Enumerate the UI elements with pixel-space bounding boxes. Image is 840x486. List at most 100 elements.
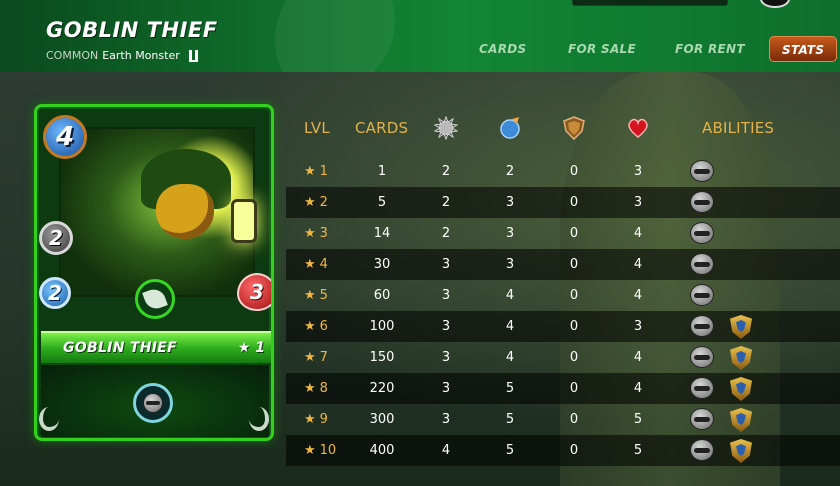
armor-cell: 0 [569,288,579,303]
search-input[interactable] [572,0,728,6]
cards-cell: 150 [369,350,395,365]
divine-shield-icon[interactable] [730,315,754,339]
divine-shield-icon[interactable] [730,377,754,401]
level-cell: ★ 7 [304,350,354,365]
health-cell: 5 [633,443,643,458]
main-nav: CARDS FOR SALE FOR RENT STATS [0,36,840,64]
stealth-ability-icon[interactable] [690,377,714,399]
level-cell: ★ 6 [304,319,354,334]
stealth-ability-icon[interactable] [690,253,714,275]
header-lvl: LVL [304,119,330,137]
tab-stats[interactable]: STATS [769,36,838,62]
earth-leaf-icon [135,279,175,319]
cards-cell: 30 [373,257,391,272]
speed-cell: 3 [505,226,515,241]
speed-cell: 4 [505,350,515,365]
speed-cell: 5 [505,443,515,458]
divine-shield-icon[interactable] [730,439,754,463]
table-body: ★ 1 1 2 2 0 3 ★ 2 5 2 3 0 3 ★ 3 14 2 3 0 4 ★ 4 30 3 3 0 4 ★ 5 60 3 4 0 4 ★ 6… [286,156,840,466]
armor-cell: 0 [569,226,579,241]
health-cell: 5 [633,412,643,427]
card-level: ★ 1 [237,340,265,356]
star-icon: ★ [304,257,316,272]
speed-cell: 5 [505,412,515,427]
health-cell: 4 [633,350,643,365]
speed-icon [500,117,520,139]
attack-cell: 2 [441,164,451,179]
attack-cell: 3 [441,319,451,334]
star-icon: ★ [304,381,316,396]
card-name-banner: GOBLIN THIEF ★ 1 [41,331,271,365]
card-name: GOBLIN THIEF [63,340,177,356]
claw-right-decoration [249,407,269,431]
star-icon: ★ [304,319,316,334]
melee-attack-icon [434,116,458,140]
table-row: ★ 3 14 2 3 0 4 [286,218,840,249]
attack-cell: 3 [441,412,451,427]
armor-cell: 0 [569,319,579,334]
health-heart-icon [628,118,648,138]
health-cell: 3 [633,164,643,179]
level-cell: ★ 1 [304,164,354,179]
stealth-ability-icon[interactable] [690,346,714,368]
armor-cell: 0 [569,195,579,210]
level-number: 7 [319,350,328,365]
attack-cell: 2 [441,195,451,210]
stealth-ability-icon[interactable] [133,383,173,423]
stealth-ability-icon[interactable] [690,160,714,182]
speed-cell: 3 [505,257,515,272]
divine-shield-icon[interactable] [730,408,754,432]
goblin-face [156,184,214,239]
speed-cell: 4 [505,288,515,303]
stealth-ability-icon[interactable] [690,284,714,306]
level-number: 2 [319,195,328,210]
cards-cell: 1 [377,164,387,179]
divine-shield-icon[interactable] [730,346,754,370]
armor-cell: 0 [569,443,579,458]
attack-cell: 3 [441,381,451,396]
claw-left-decoration [39,407,59,431]
stealth-ability-icon[interactable] [690,439,714,461]
card-artwork [59,127,257,297]
level-number: 8 [319,381,328,396]
stealth-ability-icon[interactable] [690,191,714,213]
level-number: 9 [319,412,328,427]
lantern-icon [231,199,257,243]
attack-cell: 3 [441,350,451,365]
cards-cell: 400 [369,443,395,458]
level-number: 1 [319,164,328,179]
star-icon: ★ [304,164,316,179]
table-header: LVL CARDS ABILITIES [286,112,840,156]
star-icon: ★ [304,226,316,241]
star-icon: ★ [304,350,316,365]
stealth-ability-icon[interactable] [690,222,714,244]
speed-cell: 3 [505,195,515,210]
level-number: 3 [319,226,328,241]
header-cards: CARDS [355,119,409,137]
level-number: 4 [319,257,328,272]
level-number: 5 [319,288,328,303]
health-badge: 3 [237,273,271,311]
stealth-ability-icon[interactable] [690,408,714,430]
table-row: ★ 9 300 3 5 0 5 [286,404,840,435]
table-row: ★ 1 1 2 2 0 3 [286,156,840,187]
tab-for-rent[interactable]: FOR RENT [675,42,745,56]
tab-cards[interactable]: CARDS [479,42,526,56]
level-cell: ★ 10 [304,443,354,458]
stealth-ability-icon[interactable] [690,315,714,337]
cards-cell: 14 [373,226,391,241]
star-icon: ★ [304,195,316,210]
attack-cell: 3 [441,257,451,272]
armor-cell: 0 [569,412,579,427]
level-cell: ★ 4 [304,257,354,272]
table-row: ★ 5 60 3 4 0 4 [286,280,840,311]
level-cell: ★ 9 [304,412,354,427]
cards-cell: 220 [369,381,395,396]
cards-cell: 300 [369,412,395,427]
user-avatar[interactable] [760,0,790,8]
star-icon: ★ [304,443,316,458]
tab-for-sale[interactable]: FOR SALE [568,42,636,56]
speed-cell: 5 [505,381,515,396]
speed-cell: 4 [505,319,515,334]
star-icon: ★ [304,412,316,427]
